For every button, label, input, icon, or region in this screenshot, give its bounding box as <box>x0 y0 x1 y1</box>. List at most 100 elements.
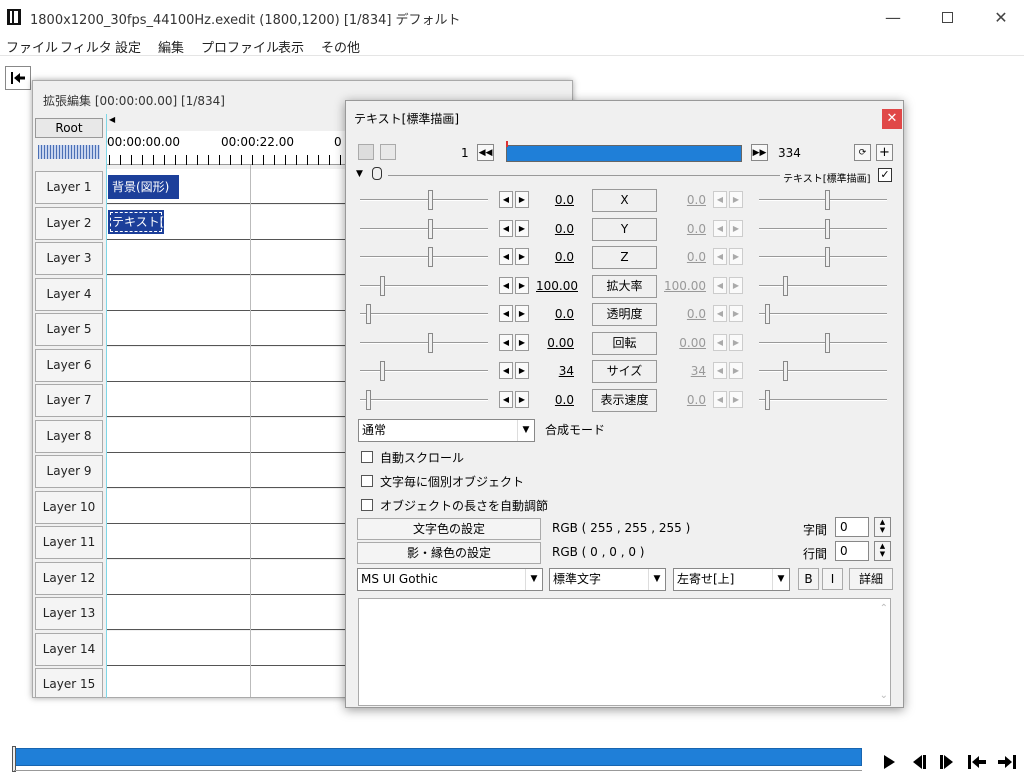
param-slider-track[interactable] <box>360 256 488 258</box>
param-end-slider-track[interactable] <box>759 313 887 315</box>
increment-icon[interactable]: ▶ <box>729 191 743 208</box>
decrement-icon[interactable]: ◀ <box>713 191 727 208</box>
param-button[interactable]: 透明度 <box>592 303 657 326</box>
param-button[interactable]: 拡大率 <box>592 274 657 298</box>
param-end-slider-track[interactable] <box>759 398 887 401</box>
increment-icon[interactable]: ▶ <box>515 248 529 265</box>
param-button[interactable]: Z <box>592 246 657 269</box>
param-end-slider-thumb[interactable] <box>825 190 830 210</box>
collapse-icon[interactable]: ▼ <box>356 169 363 179</box>
line-spacing-input[interactable]: 0 <box>835 541 869 561</box>
layer-label[interactable]: Layer 3 <box>35 242 103 275</box>
decrement-icon[interactable]: ◀ <box>713 390 727 408</box>
scale-strip[interactable] <box>38 145 100 159</box>
param-end-slider-thumb[interactable] <box>825 247 830 267</box>
play-button[interactable] <box>876 750 902 774</box>
layer-label[interactable]: Layer 14 <box>35 632 103 666</box>
seek-thumb[interactable] <box>12 746 16 772</box>
decrement-icon[interactable]: ◀ <box>713 362 727 379</box>
timeline-clip[interactable]: 背景(図形) <box>108 175 179 199</box>
decrement-icon[interactable]: ◀ <box>499 305 513 322</box>
param-end-value[interactable]: 34 <box>664 364 706 378</box>
param-slider-thumb[interactable] <box>428 190 433 210</box>
param-end-slider-thumb[interactable] <box>765 304 770 324</box>
layer-label[interactable]: Layer 4 <box>35 277 103 311</box>
param-start-value[interactable]: 0.0 <box>536 222 574 236</box>
param-end-value[interactable]: 100.00 <box>664 279 706 293</box>
param-start-value[interactable]: 0.0 <box>536 193 574 207</box>
increment-icon[interactable]: ▶ <box>515 390 529 408</box>
auto-scroll-checkbox[interactable] <box>361 451 373 463</box>
layer-label[interactable]: Layer 12 <box>35 561 103 595</box>
param-end-value[interactable]: 0.00 <box>664 336 706 350</box>
param-slider-thumb[interactable] <box>366 304 371 324</box>
param-end-slider-track[interactable] <box>759 341 887 344</box>
param-button[interactable]: Y <box>592 217 657 241</box>
decrement-icon[interactable]: ◀ <box>713 333 727 351</box>
decrement-icon[interactable]: ◀ <box>499 191 513 208</box>
increment-icon[interactable]: ▶ <box>729 276 743 294</box>
param-end-slider-thumb[interactable] <box>825 332 830 353</box>
decrement-icon[interactable]: ◀ <box>499 390 513 408</box>
menu-view[interactable]: 表示 <box>278 37 304 56</box>
menu-filter[interactable]: フィルタ <box>60 37 112 56</box>
goto-last-button[interactable] <box>994 750 1020 774</box>
prev-frame-button[interactable]: ◀◀ <box>477 144 494 161</box>
text-color-button[interactable]: 文字色の設定 <box>357 518 541 540</box>
param-slider-thumb[interactable] <box>380 361 385 381</box>
char-spacing-input[interactable]: 0 <box>835 517 869 537</box>
increment-icon[interactable]: ▶ <box>729 333 743 351</box>
decrement-icon[interactable]: ◀ <box>713 305 727 322</box>
param-slider-thumb[interactable] <box>428 247 433 267</box>
decrement-icon[interactable]: ◀ <box>499 362 513 379</box>
menu-other[interactable]: その他 <box>321 37 360 56</box>
param-start-value[interactable]: 100.00 <box>536 279 578 293</box>
param-slider-thumb[interactable] <box>428 218 433 239</box>
param-slider-thumb[interactable] <box>366 389 371 410</box>
next-frame-button[interactable]: ▶▶ <box>751 144 768 161</box>
param-end-value[interactable]: 0.0 <box>664 193 706 207</box>
scroll-down-icon[interactable]: ⌄ <box>880 690 888 701</box>
increment-icon[interactable]: ▶ <box>515 362 529 379</box>
dialog-close-icon[interactable]: ✕ <box>882 109 902 129</box>
decrement-icon[interactable]: ◀ <box>499 276 513 294</box>
root-button[interactable]: Root <box>35 118 103 138</box>
font-select[interactable]: MS UI Gothic ▼ <box>357 568 543 591</box>
decrement-icon[interactable]: ◀ <box>713 248 727 265</box>
per-char-checkbox[interactable] <box>361 475 373 487</box>
menu-settings[interactable]: 設定 <box>115 37 141 56</box>
param-end-slider-thumb[interactable] <box>783 361 788 381</box>
goto-first-button[interactable] <box>964 750 990 774</box>
prev-frame-nav-button[interactable] <box>906 750 932 774</box>
text-input-area[interactable]: ⌃ ⌄ <box>358 598 891 706</box>
layer-label[interactable]: Layer 9 <box>35 455 103 488</box>
param-end-value[interactable]: 0.0 <box>664 307 706 321</box>
italic-button[interactable]: I <box>822 568 843 590</box>
param-start-value[interactable]: 0.0 <box>536 307 574 321</box>
decrement-icon[interactable]: ◀ <box>713 276 727 294</box>
param-start-value[interactable]: 0.00 <box>536 336 574 350</box>
increment-icon[interactable]: ▶ <box>729 219 743 237</box>
layer-label[interactable]: Layer 5 <box>35 313 103 346</box>
add-filter-button[interactable]: + <box>876 144 893 161</box>
decoration-select[interactable]: 標準文字 ▼ <box>549 568 666 591</box>
char-spacing-spinner[interactable]: ▲ ▼ <box>874 517 891 537</box>
layer-label[interactable]: Layer 1 <box>35 171 103 204</box>
maximize-icon[interactable] <box>924 0 970 34</box>
param-button[interactable]: 回転 <box>592 331 657 355</box>
param-slider-track[interactable] <box>360 227 488 230</box>
param-slider-thumb[interactable] <box>380 275 385 296</box>
line-spacing-spinner[interactable]: ▲ ▼ <box>874 541 891 561</box>
layer-label[interactable]: Layer 2 <box>35 206 103 240</box>
increment-icon[interactable]: ▶ <box>729 248 743 265</box>
param-end-slider-track[interactable] <box>759 256 887 258</box>
close-icon[interactable]: ✕ <box>978 0 1024 34</box>
bold-button[interactable]: B <box>798 568 819 590</box>
frame-icon[interactable] <box>380 144 396 160</box>
playhead-line[interactable] <box>106 114 107 698</box>
menu-file[interactable]: ファイル <box>6 37 58 56</box>
goto-start-button[interactable] <box>5 66 31 90</box>
decrement-icon[interactable]: ◀ <box>499 219 513 237</box>
menu-profile[interactable]: プロファイル <box>201 37 279 56</box>
refresh-button[interactable]: ⟳ <box>854 144 871 161</box>
